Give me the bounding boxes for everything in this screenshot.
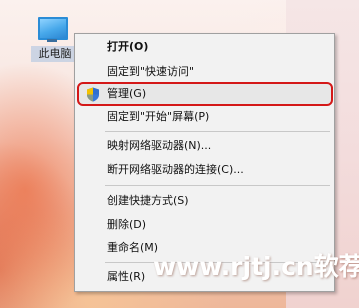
menu-item-map-drive[interactable]: 映射网络驱动器(N)...	[75, 135, 334, 157]
menu-item-pin-quick-access[interactable]: 固定到"快速访问"	[75, 61, 334, 83]
menu-item-delete[interactable]: 删除(D)	[75, 214, 334, 236]
monitor-stand	[47, 39, 57, 42]
uac-shield-icon	[87, 87, 99, 102]
menu-item-open[interactable]: 打开(O)	[75, 36, 334, 58]
desktop: 此电脑 打开(O) 固定到"快速访问" 管理(G) 固定到"开始"屏幕(P) 映…	[0, 0, 359, 308]
desktop-icon-label[interactable]: 此电脑	[31, 46, 79, 62]
menu-separator	[105, 131, 330, 132]
menu-separator	[105, 185, 330, 186]
menu-item-manage-label: 管理(G)	[107, 87, 147, 100]
monitor-shape	[38, 17, 68, 40]
menu-item-pin-start[interactable]: 固定到"开始"屏幕(P)	[75, 106, 334, 128]
watermark-text: www.rjtj.cn软荐网	[153, 252, 359, 281]
menu-item-manage[interactable]: 管理(G)	[75, 83, 334, 105]
menu-item-create-shortcut[interactable]: 创建快捷方式(S)	[75, 190, 334, 212]
menu-item-disconnect-drive[interactable]: 断开网络驱动器的连接(C)...	[75, 159, 334, 181]
